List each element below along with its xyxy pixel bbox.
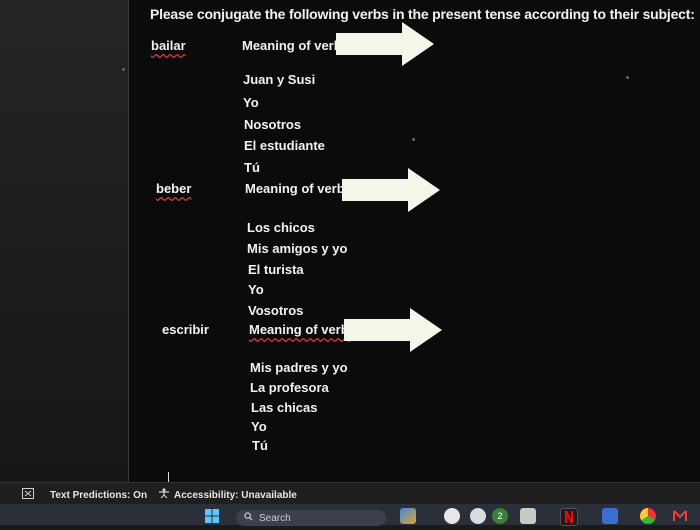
- arrow-escribir: [344, 308, 442, 352]
- meaning-label-escribir: Meaning of verb:: [249, 322, 354, 337]
- subject-yo: Yo: [251, 419, 267, 434]
- app-icon-3[interactable]: [470, 508, 486, 524]
- app-icon-2[interactable]: [444, 508, 460, 524]
- text-predictions-status[interactable]: Text Predictions: On: [22, 488, 147, 502]
- accessibility-icon: [158, 488, 170, 502]
- document-page[interactable]: [128, 0, 700, 482]
- text-predictions-icon: [22, 488, 34, 502]
- meaning-label-bailar: Meaning of verb:: [242, 38, 347, 53]
- app-icon-5[interactable]: [602, 508, 618, 524]
- speck: [412, 138, 415, 141]
- subject-los-chicos: Los chicos: [247, 220, 315, 235]
- meaning-label-beber: Meaning of verb:: [245, 181, 350, 196]
- subject-yo: Yo: [243, 95, 259, 110]
- subject-las-chicas: Las chicas: [251, 400, 318, 415]
- text-predictions-label: Text Predictions: On: [50, 489, 148, 501]
- arrow-bailar: [336, 22, 434, 66]
- verb-escribir: escribir: [162, 322, 209, 337]
- subject-nosotros: Nosotros: [244, 117, 302, 132]
- chrome-icon[interactable]: [640, 508, 656, 524]
- subject-el-turista: El turista: [248, 262, 304, 277]
- arrow-beber: [342, 168, 440, 212]
- subject-tu: Tú: [252, 438, 268, 453]
- search-placeholder: Search: [259, 512, 291, 524]
- subject-juan-y-susi: Juan y Susi: [243, 72, 316, 87]
- app-icon-4[interactable]: [520, 508, 536, 524]
- search-icon: [244, 512, 253, 524]
- verb-bailar: bailar: [151, 38, 186, 53]
- status-bar: Text Predictions: On Accessibility: Unav…: [0, 482, 700, 505]
- app-icon-1[interactable]: [400, 508, 416, 524]
- taskbar: Search 2: [0, 504, 700, 526]
- subject-mis-amigos-y-yo: Mis amigos y yo: [247, 241, 348, 256]
- subject-la-profesora: La profesora: [250, 380, 329, 395]
- subject-tu: Tú: [244, 160, 260, 175]
- accessibility-label: Accessibility: Unavailable: [174, 489, 297, 501]
- speck: [122, 68, 125, 71]
- subject-el-estudiante: El estudiante: [244, 138, 325, 153]
- subject-yo: Yo: [248, 282, 264, 297]
- windows-start-icon[interactable]: [204, 508, 220, 524]
- speck: [626, 76, 629, 79]
- verb-beber: beber: [156, 181, 192, 196]
- gmail-icon[interactable]: [672, 508, 688, 524]
- accessibility-status[interactable]: Accessibility: Unavailable: [158, 488, 297, 502]
- netflix-icon[interactable]: [560, 508, 578, 526]
- notification-badge[interactable]: 2: [492, 508, 508, 524]
- subject-vosotros: Vosotros: [248, 303, 304, 318]
- subject-mis-padres-y-yo: Mis padres y yo: [250, 360, 348, 375]
- left-margin: [0, 0, 128, 482]
- instructions-text: Please conjugate the following verbs in …: [150, 6, 695, 22]
- taskbar-search-input[interactable]: Search: [236, 510, 386, 526]
